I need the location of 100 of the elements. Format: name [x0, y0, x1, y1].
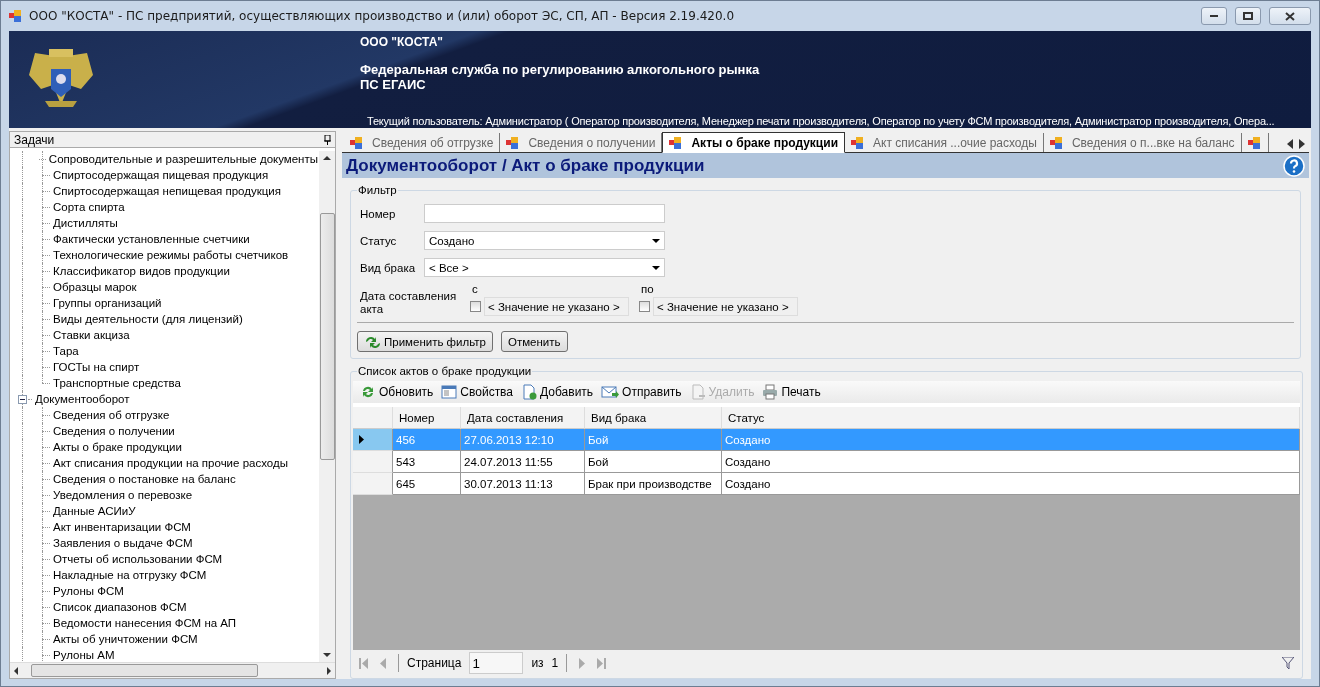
tab[interactable]: Сведения о п...вке на баланс: [1043, 133, 1242, 152]
tree-item[interactable]: Технологические режимы работы счетчиков: [52, 249, 290, 261]
tree-item[interactable]: Рулоны АМ: [52, 649, 116, 661]
tree-item[interactable]: ГОСТы на спирт: [52, 361, 141, 373]
tree-item[interactable]: Акты о браке продукции: [52, 441, 183, 453]
page-label: Страница: [407, 656, 462, 670]
tab[interactable]: Акт списания ...очие расходы: [845, 133, 1044, 152]
minimize-icon: [1210, 14, 1218, 18]
tree-item[interactable]: Рулоны ФСМ: [52, 585, 125, 597]
toolbar-button[interactable]: Добавить: [520, 384, 595, 400]
column-header[interactable]: Статус: [722, 407, 1300, 429]
checkbox[interactable]: [639, 301, 650, 312]
field-label: Номер: [359, 207, 397, 220]
app-icon: [9, 10, 23, 22]
column-header[interactable]: Номер: [393, 407, 461, 429]
filter-icon[interactable]: [1282, 657, 1294, 669]
checkbox[interactable]: [470, 301, 481, 312]
table-cell: 27.06.2013 12:10: [461, 429, 585, 451]
column-header[interactable]: Вид брака: [585, 407, 722, 429]
tree-item[interactable]: Отчеты об использовании ФСМ: [52, 553, 224, 565]
page-total: 1: [551, 656, 559, 670]
table-cell: 30.07.2013 11:13: [461, 473, 585, 495]
defect-type-dropdown[interactable]: < Все >: [424, 258, 665, 277]
tree-item[interactable]: Сведения о постановке на баланс: [52, 473, 237, 485]
tree-item[interactable]: Список диапазонов ФСМ: [52, 601, 188, 613]
field-label: Статус: [359, 234, 398, 247]
tree-item[interactable]: Ведомости нанесения ФСМ на АП: [52, 617, 238, 629]
tree-item[interactable]: Фактически установленные счетчики: [52, 233, 251, 245]
tree-item[interactable]: Транспортные средства: [52, 377, 182, 389]
number-field[interactable]: [424, 204, 665, 223]
tree-item[interactable]: Сведения о получении: [52, 425, 176, 437]
tree-item[interactable]: Акт инвентаризации ФСМ: [52, 521, 192, 533]
page-of-label: из: [531, 656, 544, 670]
tree-item[interactable]: Сорта спирта: [52, 201, 126, 213]
table-cell: 645: [393, 473, 461, 495]
page-title: Документооборот / Акт о браке продукции: [346, 155, 705, 176]
tree-item[interactable]: Уведомления о перевозке: [52, 489, 194, 501]
current-row-icon: [359, 435, 364, 444]
status-dropdown[interactable]: Создано: [424, 231, 665, 250]
tree-item[interactable]: Классификатор видов продукции: [52, 265, 231, 277]
current-user: Текущий пользователь: Администратор ( Оператор производителя, Менеджер печати производителя, Оператор по учету ФСМ производителя, Администратор производителя, Опера...: [367, 115, 1275, 127]
horizontal-scrollbar[interactable]: [10, 662, 335, 678]
tree-item[interactable]: Дистилляты: [52, 217, 119, 229]
tree-item[interactable]: Спиртосодержащая пищевая продукция: [52, 169, 270, 181]
tree-item[interactable]: Группы организаций: [52, 297, 163, 309]
tree-item[interactable]: Образцы марок: [52, 281, 138, 293]
tab[interactable]: Акты о браке продукции: [662, 132, 845, 153]
vertical-scrollbar[interactable]: [319, 151, 335, 662]
tree-item[interactable]: Сопроводительные и разрешительные документы: [47, 153, 319, 165]
restore-icon: [1243, 12, 1253, 20]
tab[interactable]: Сведения об отгрузке: [344, 133, 501, 152]
page-field[interactable]: 1: [469, 652, 524, 674]
document-icon: [851, 136, 865, 149]
minimize-button[interactable]: [1201, 7, 1227, 25]
apply-filter-button[interactable]: Применить фильтр: [357, 331, 493, 352]
scroll-right-icon[interactable]: [326, 666, 332, 675]
pin-icon[interactable]: [324, 134, 331, 145]
tree-item[interactable]: Акты об уничтожении ФСМ: [52, 633, 199, 645]
tree-item[interactable]: Заявления о выдаче ФСМ: [52, 537, 194, 549]
table-cell: Брак при производстве: [585, 473, 722, 495]
date-range-label: с: [471, 283, 479, 297]
scroll-right-icon[interactable]: [1299, 139, 1305, 149]
restore-button[interactable]: [1235, 7, 1261, 25]
table-cell: Создано: [722, 473, 1300, 495]
tree-item[interactable]: Акт списания продукции на прочие расходы: [52, 457, 289, 469]
properties-icon: [441, 384, 458, 400]
scroll-left-icon[interactable]: [13, 666, 19, 675]
delete-document-icon: [689, 384, 706, 400]
tree-item[interactable]: Данные АСИиУ: [52, 505, 137, 517]
help-icon[interactable]: [1283, 154, 1305, 177]
document-icon: [350, 136, 364, 149]
tree-item[interactable]: Виды деятельности (для лицензий): [52, 313, 244, 325]
agency-name: Федеральная служба по регулированию алкогольного рынка: [360, 62, 760, 77]
toolbar-button[interactable]: Свойства: [440, 384, 515, 400]
refresh-icon: [364, 334, 382, 349]
close-button[interactable]: [1269, 7, 1311, 25]
column-header[interactable]: Дата составления: [461, 407, 585, 429]
collapse-icon[interactable]: [18, 394, 27, 404]
date-field[interactable]: < Значение не указано >: [653, 297, 798, 316]
document-icon: [1247, 136, 1262, 149]
tree-item[interactable]: Сведения об отгрузке: [52, 409, 171, 421]
toolbar-button[interactable]: Обновить: [359, 384, 435, 400]
toolbar-button[interactable]: Отправить: [600, 384, 683, 400]
add-document-icon: [521, 384, 538, 400]
date-field[interactable]: < Значение не указано >: [484, 297, 629, 316]
field-label: Дата составления акта: [359, 290, 458, 316]
table-cell: Создано: [722, 451, 1300, 473]
list-title: Список актов о браке продукции: [357, 365, 533, 377]
tree-item[interactable]: Накладные на отгрузку ФСМ: [52, 569, 208, 581]
toolbar-button[interactable]: Печать: [761, 384, 822, 400]
table-cell: 456: [393, 429, 461, 451]
filter-title: Фильтр: [357, 184, 398, 196]
tree-item[interactable]: Ставки акциза: [52, 329, 131, 341]
tree-item[interactable]: Документооборот: [34, 393, 131, 405]
row-header[interactable]: [353, 429, 393, 451]
scroll-left-icon[interactable]: [1287, 139, 1293, 149]
tree-item[interactable]: Спиртосодержащая непищевая продукция: [52, 185, 282, 197]
cancel-button[interactable]: Отменить: [500, 331, 568, 352]
window-title: ООО "КОСТА" - ПС предприятий, осуществляющих производство и (или) оборот ЭС, СП, АП - Версия 2.19.420.0: [29, 9, 735, 23]
tree-item[interactable]: Тара: [52, 345, 80, 357]
